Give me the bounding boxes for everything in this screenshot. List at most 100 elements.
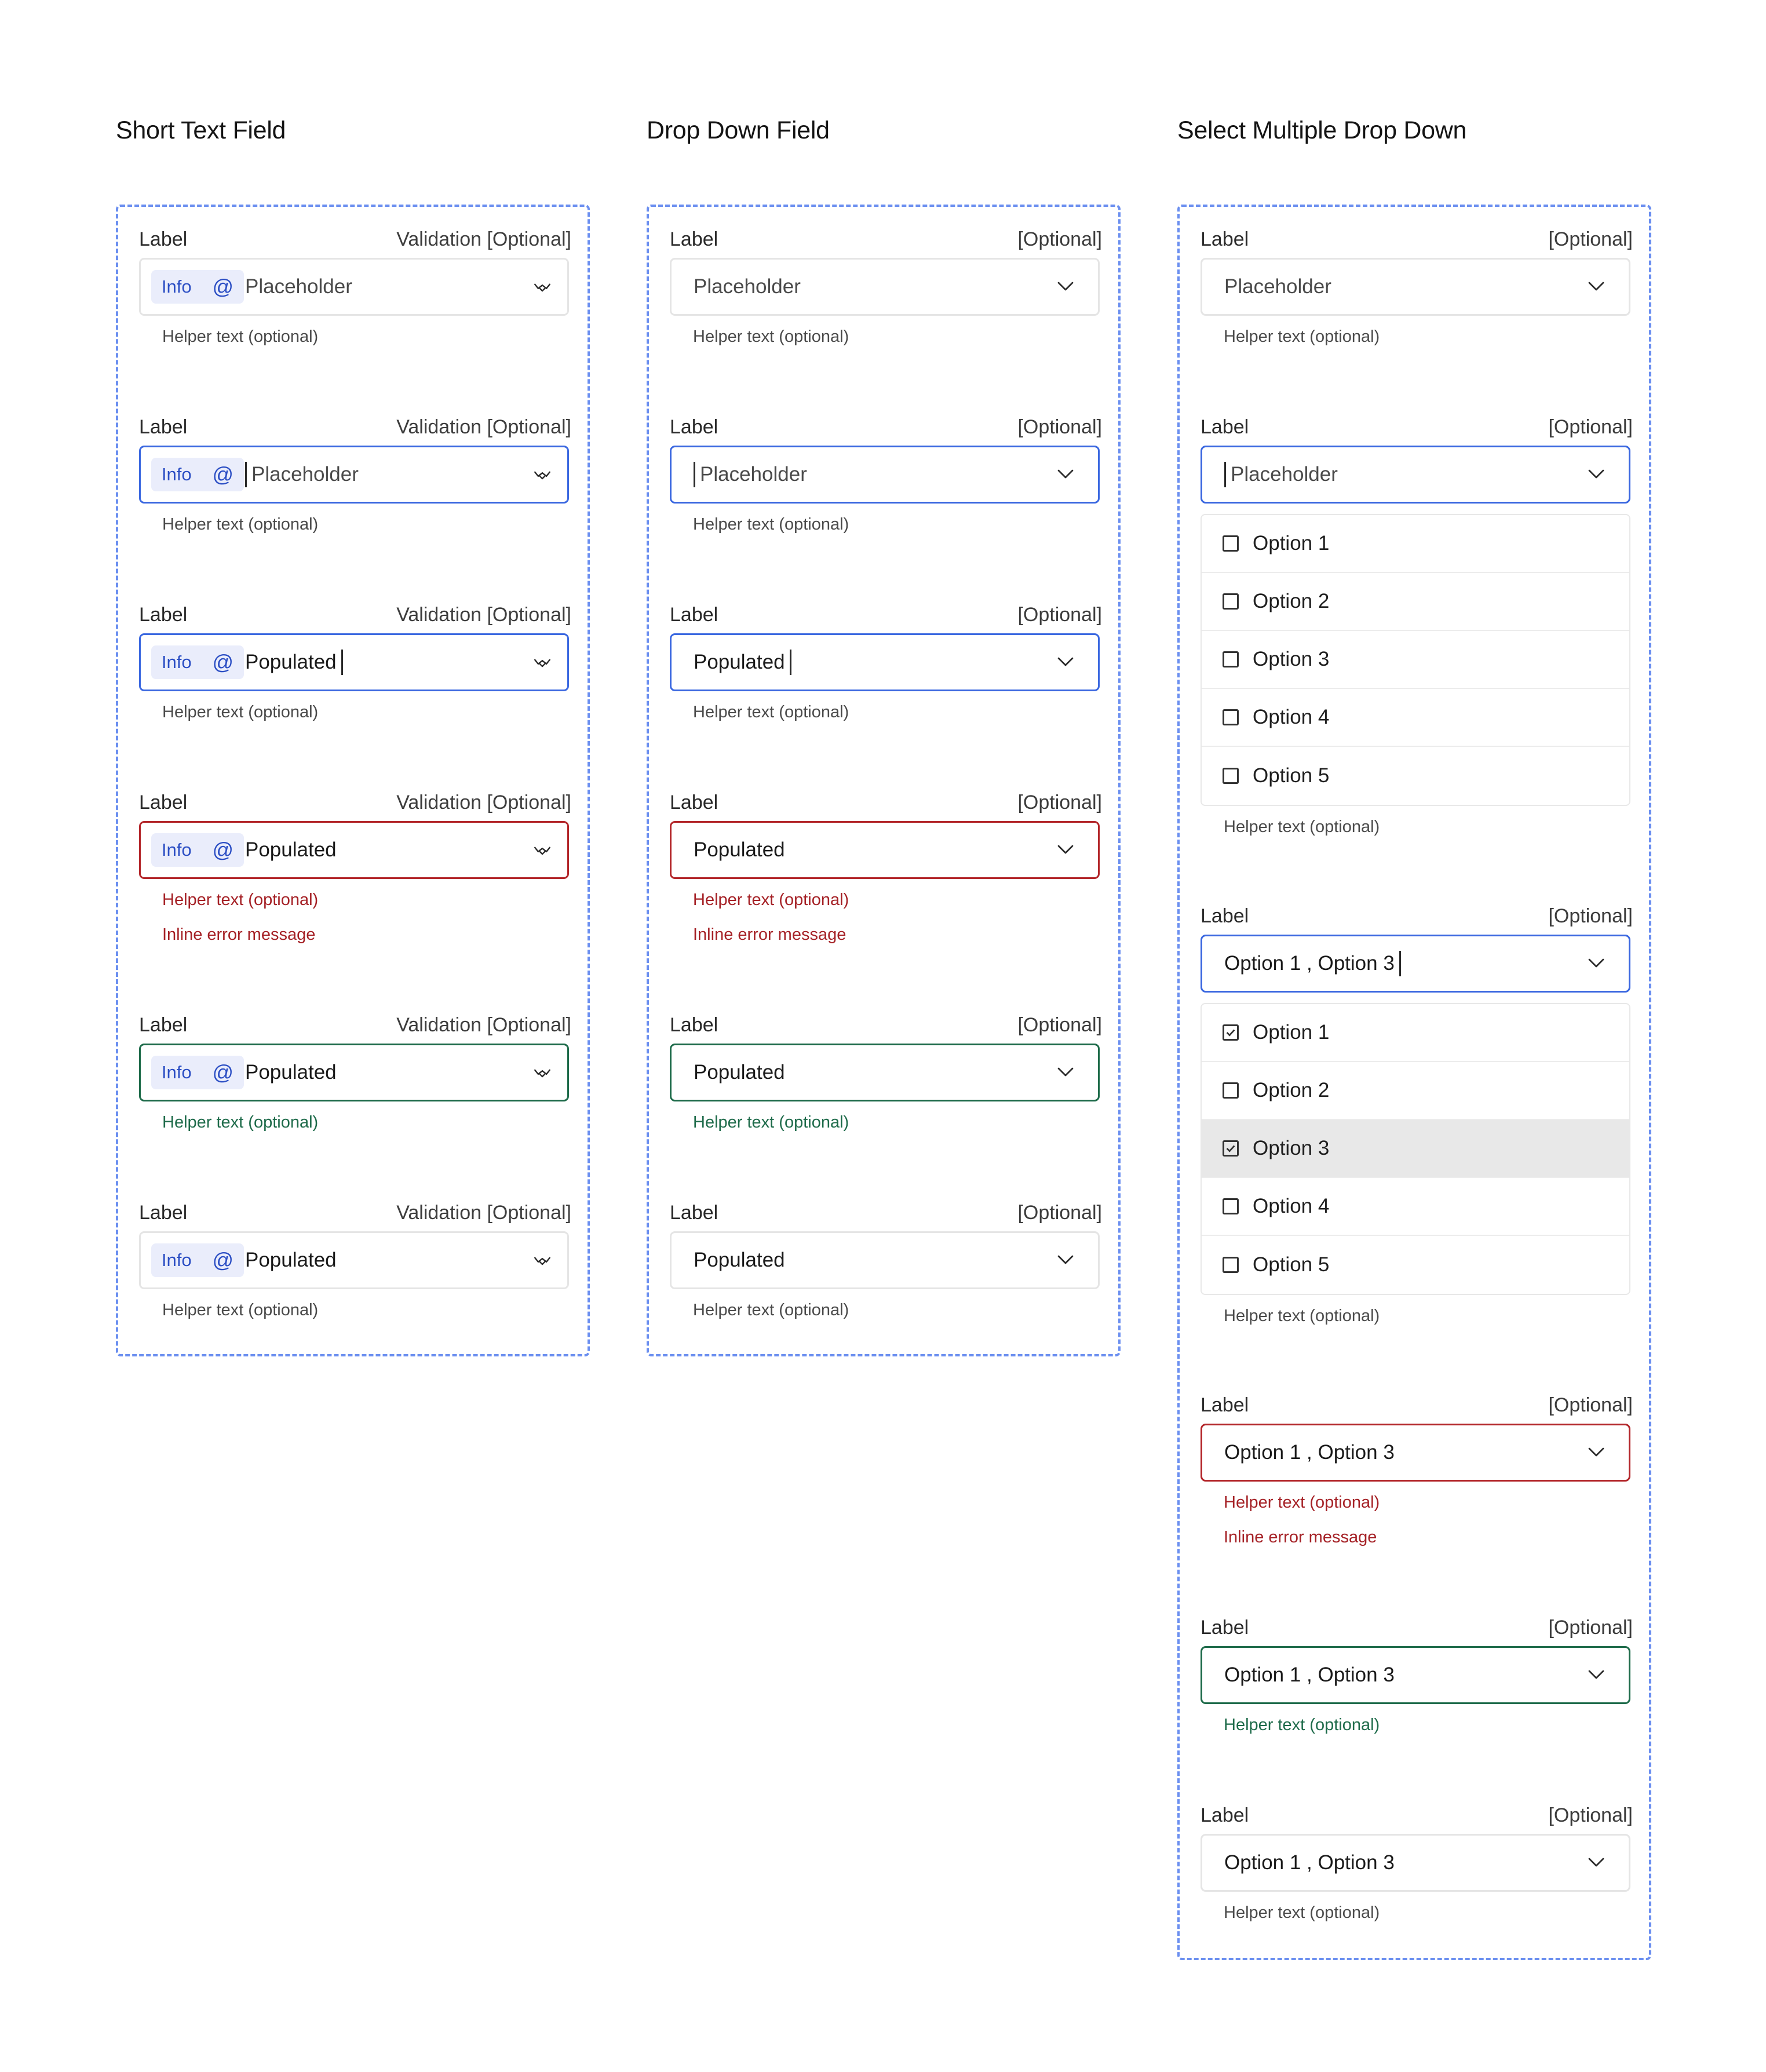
helper-text: Helper text (optional) (1224, 327, 1380, 346)
check-icon (1226, 1029, 1235, 1037)
glyph-icon (534, 1069, 550, 1078)
input-value: Placeholder (245, 447, 359, 502)
text-input[interactable]: Info @ Populated (139, 633, 569, 691)
checkbox[interactable] (1223, 1198, 1239, 1214)
option-item[interactable]: Option 1 (1202, 1004, 1629, 1062)
dropdown-select[interactable]: Option 1 , Option 3 (1201, 1646, 1630, 1704)
info-chip: Info @ (151, 1056, 244, 1089)
option-item[interactable]: Option 2 (1202, 1062, 1629, 1120)
dropdown-select[interactable]: Placeholder (1201, 446, 1630, 504)
dropdown-select[interactable]: Placeholder (670, 446, 1100, 504)
short-text-field-title: Short Text Field (116, 116, 286, 144)
chevron-down-icon[interactable] (1055, 651, 1076, 672)
chevron-down-icon[interactable] (1586, 464, 1607, 484)
input-value: Populated (245, 635, 343, 690)
option-label: Option 5 (1253, 1253, 1330, 1276)
checked-checkbox[interactable] (1223, 1140, 1239, 1157)
checked-checkbox[interactable] (1223, 1024, 1239, 1041)
label-row: Label [Optional] (670, 414, 1102, 440)
label-row: Label [Optional] (670, 227, 1102, 252)
text-input[interactable]: Info @ Populated (139, 1044, 569, 1101)
chevron-down-icon[interactable] (1055, 464, 1076, 484)
option-item[interactable]: Option 5 (1202, 1236, 1629, 1294)
chevron-down-icon[interactable] (1586, 953, 1607, 973)
value-text: Populated (245, 838, 337, 861)
placeholder-text: Placeholder (245, 275, 352, 298)
chevron-down-icon[interactable] (1586, 1442, 1607, 1462)
value-text: Populated (245, 1061, 337, 1084)
info-label: Info (161, 840, 192, 860)
text-caret (341, 650, 343, 675)
value-text: Option 1 , Option 3 (1224, 1441, 1395, 1464)
chevron-down-icon[interactable] (1586, 1852, 1607, 1873)
text-input[interactable]: Info @ Placeholder (139, 258, 569, 316)
dropdown-select[interactable]: Option 1 , Option 3 (1201, 1424, 1630, 1482)
option-item[interactable]: Option 1 (1202, 515, 1629, 573)
label-row: Label [Optional] (670, 1012, 1102, 1038)
option-item[interactable]: Option 4 (1202, 689, 1629, 747)
checkbox[interactable] (1223, 535, 1239, 552)
dropdown-select[interactable]: Populated (670, 821, 1100, 879)
select-multiple-drop-down-group: Label [Optional] Placeholder Helper text (o… (1177, 205, 1651, 1960)
option-item[interactable]: Option 4 (1202, 1178, 1629, 1236)
input-value: Populated (245, 1045, 337, 1100)
helper-text: Helper text (optional) (693, 327, 849, 346)
dropdown-select[interactable]: Populated (670, 1044, 1100, 1101)
field-label: Label (1201, 1804, 1249, 1826)
value-text: Populated (694, 1061, 785, 1084)
option-item[interactable]: Option 2 (1202, 573, 1629, 631)
option-item[interactable]: Option 5 (1202, 747, 1629, 805)
helper-text: Helper text (optional) (693, 1113, 849, 1132)
checkbox[interactable] (1223, 768, 1239, 784)
value-text: Option 1 , Option 3 (1224, 1664, 1395, 1686)
option-item[interactable]: Option 3 (1202, 631, 1629, 689)
at-sign: @ (212, 650, 234, 674)
info-chip: Info @ (151, 833, 244, 867)
checkbox[interactable] (1223, 1257, 1239, 1273)
optional-label: [Optional] (1548, 1394, 1633, 1416)
chevron-down-icon[interactable] (1055, 276, 1076, 297)
dropdown-select[interactable]: Placeholder (670, 258, 1100, 316)
at-sign: @ (212, 462, 234, 486)
chevron-down-icon[interactable] (1586, 276, 1607, 297)
value-text: Option 1 , Option 3 (1224, 1851, 1395, 1874)
helper-text: Helper text (optional) (693, 703, 849, 721)
text-caret (1399, 951, 1401, 976)
dropdown-select[interactable]: Populated (670, 633, 1100, 691)
helper-text: Helper text (optional) (1224, 1903, 1380, 1922)
field-label: Label (139, 415, 188, 438)
dropdown-select[interactable]: Populated (670, 1231, 1100, 1289)
label-row: Label Validation [Optional] (139, 602, 571, 628)
optional-label: [Optional] (1548, 1804, 1633, 1826)
at-sign: @ (212, 1248, 234, 1272)
helper-text: Helper text (optional) (162, 515, 319, 534)
placeholder-text: Placeholder (251, 463, 359, 486)
field-label: Label (139, 1013, 188, 1036)
dropdown-select[interactable]: Option 1 , Option 3 (1201, 1834, 1630, 1892)
option-label: Option 1 (1253, 532, 1330, 555)
option-label: Option 2 (1253, 590, 1330, 612)
options-list: Option 1 Option 2 Option 3 Option 4 Option 5 (1201, 1003, 1630, 1295)
chevron-down-icon[interactable] (1055, 1249, 1076, 1270)
text-input[interactable]: Info @ Populated (139, 821, 569, 879)
label-row: Label Validation [Optional] (139, 414, 571, 440)
checkbox[interactable] (1223, 709, 1239, 725)
dropdown-select[interactable]: Option 1 , Option 3 (1201, 935, 1630, 993)
chevron-down-icon[interactable] (1055, 839, 1076, 860)
chevron-down-icon[interactable] (1055, 1061, 1076, 1082)
checkbox[interactable] (1223, 1082, 1239, 1099)
value-text: Populated (694, 1249, 785, 1271)
text-input[interactable]: Info @ Populated (139, 1231, 569, 1289)
checkbox[interactable] (1223, 651, 1239, 667)
dropdown-select[interactable]: Placeholder (1201, 258, 1630, 316)
field-label: Label (670, 1201, 718, 1224)
placeholder-text: Placeholder (700, 463, 807, 486)
text-input[interactable]: Info @ Placeholder (139, 446, 569, 504)
option-label: Option 5 (1253, 764, 1330, 787)
chevron-down-icon[interactable] (1586, 1664, 1607, 1685)
validation-optional-label: Validation [Optional] (396, 791, 571, 814)
checkbox[interactable] (1223, 593, 1239, 610)
label-row: Label [Optional] (1201, 414, 1633, 440)
option-item[interactable]: Option 3 (1202, 1120, 1629, 1178)
optional-label: [Optional] (1017, 791, 1102, 814)
